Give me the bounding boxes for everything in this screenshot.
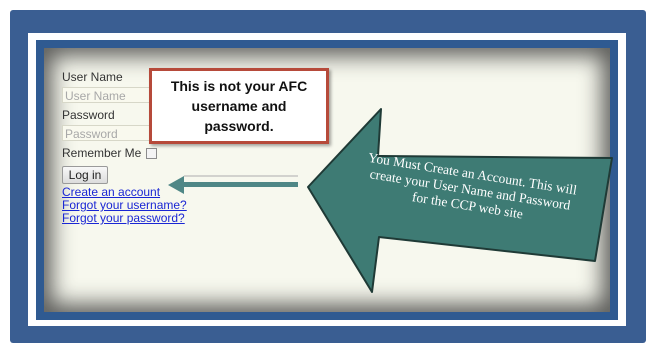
callout-note-box: This is not your AFC username and passwo…	[149, 68, 329, 144]
annotation-layer	[168, 108, 613, 293]
callout-note-text: This is not your AFC username and passwo…	[170, 78, 308, 134]
pointer-arrow-icon	[168, 175, 298, 194]
